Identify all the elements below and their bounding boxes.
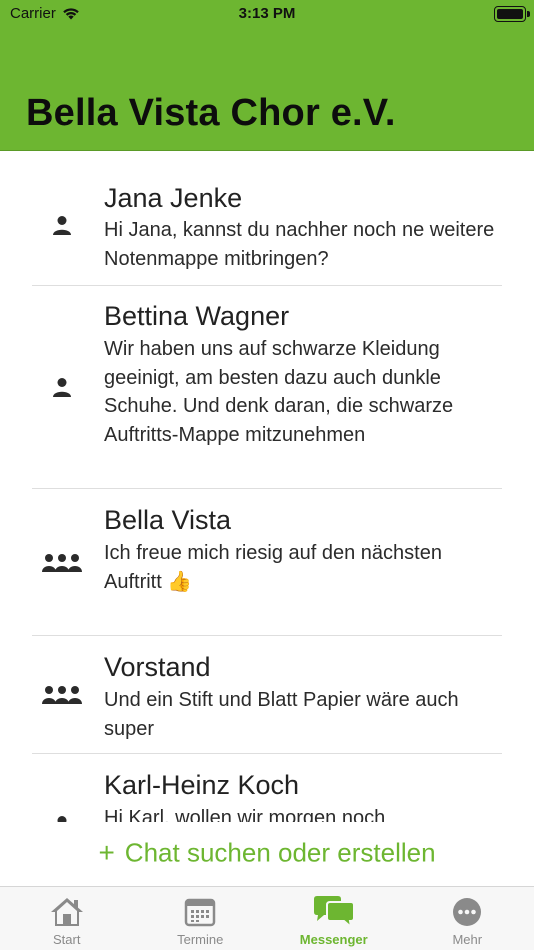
chat-preview: Hi Karl, wollen wir morgen noch [104, 807, 386, 822]
app-header: Carrier 3:13 PM Bella Vista Chor e.V. [0, 0, 534, 151]
chat-name: Bella Vista [104, 505, 232, 535]
chat-item[interactable]: Jana Jenke Hi Jana, kannst du nachher no… [0, 152, 534, 286]
tab-label: Mehr [452, 932, 483, 947]
tab-start[interactable]: Start [0, 887, 134, 950]
status-time: 3:13 PM [238, 5, 296, 22]
person-icon [42, 213, 82, 237]
tab-messenger[interactable]: Messenger [267, 887, 401, 950]
tab-label: Messenger [299, 932, 368, 947]
more-icon [452, 895, 482, 929]
chat-bubbles-icon [312, 895, 356, 929]
tab-bar: Start Termine Messenger Mehr [0, 886, 534, 950]
chat-name: Karl-Heinz Koch [104, 770, 300, 800]
tab-mehr[interactable]: Mehr [401, 887, 534, 950]
chat-item[interactable]: Bella Vista Ich freue mich riesig auf de… [0, 489, 534, 636]
search-or-create-chat-label: Chat suchen oder erstellen [124, 837, 436, 868]
search-or-create-chat-button[interactable]: + Chat suchen oder erstellen [0, 836, 534, 869]
status-bar: Carrier 3:13 PM [0, 0, 534, 30]
tab-termine[interactable]: Termine [134, 887, 268, 950]
calendar-icon [184, 895, 216, 929]
chat-preview: Ich freue mich riesig auf den nächsten A… [104, 542, 442, 593]
home-icon [49, 895, 85, 929]
chat-item[interactable]: Karl-Heinz Koch Hi Karl, wollen wir morg… [0, 754, 534, 822]
chat-name: Jana Jenke [104, 183, 243, 213]
person-icon [42, 375, 82, 399]
group-icon [42, 683, 82, 707]
chat-item[interactable]: Vorstand Und ein Stift und Blatt Papier … [0, 636, 534, 754]
tab-label: Start [53, 932, 81, 947]
battery-icon [494, 6, 530, 22]
chat-list[interactable]: Jana Jenke Hi Jana, kannst du nachher no… [0, 152, 534, 822]
person-icon [42, 813, 82, 822]
chat-preview: Und ein Stift und Blatt Papier wäre auch… [104, 689, 459, 740]
page-title: Bella Vista Chor e.V. [26, 92, 396, 134]
chat-item[interactable]: Bettina Wagner Wir haben uns auf schwarz… [0, 286, 534, 489]
plus-icon: + [98, 837, 115, 869]
chat-name: Bettina Wagner [104, 301, 290, 331]
chat-preview: Wir haben uns auf schwarze Kleidung geei… [104, 338, 454, 446]
chat-preview: Hi Jana, kannst du nachher noch ne weite… [104, 219, 495, 270]
group-icon [42, 551, 82, 575]
chat-name: Vorstand [104, 652, 211, 682]
tab-label: Termine [177, 932, 224, 947]
